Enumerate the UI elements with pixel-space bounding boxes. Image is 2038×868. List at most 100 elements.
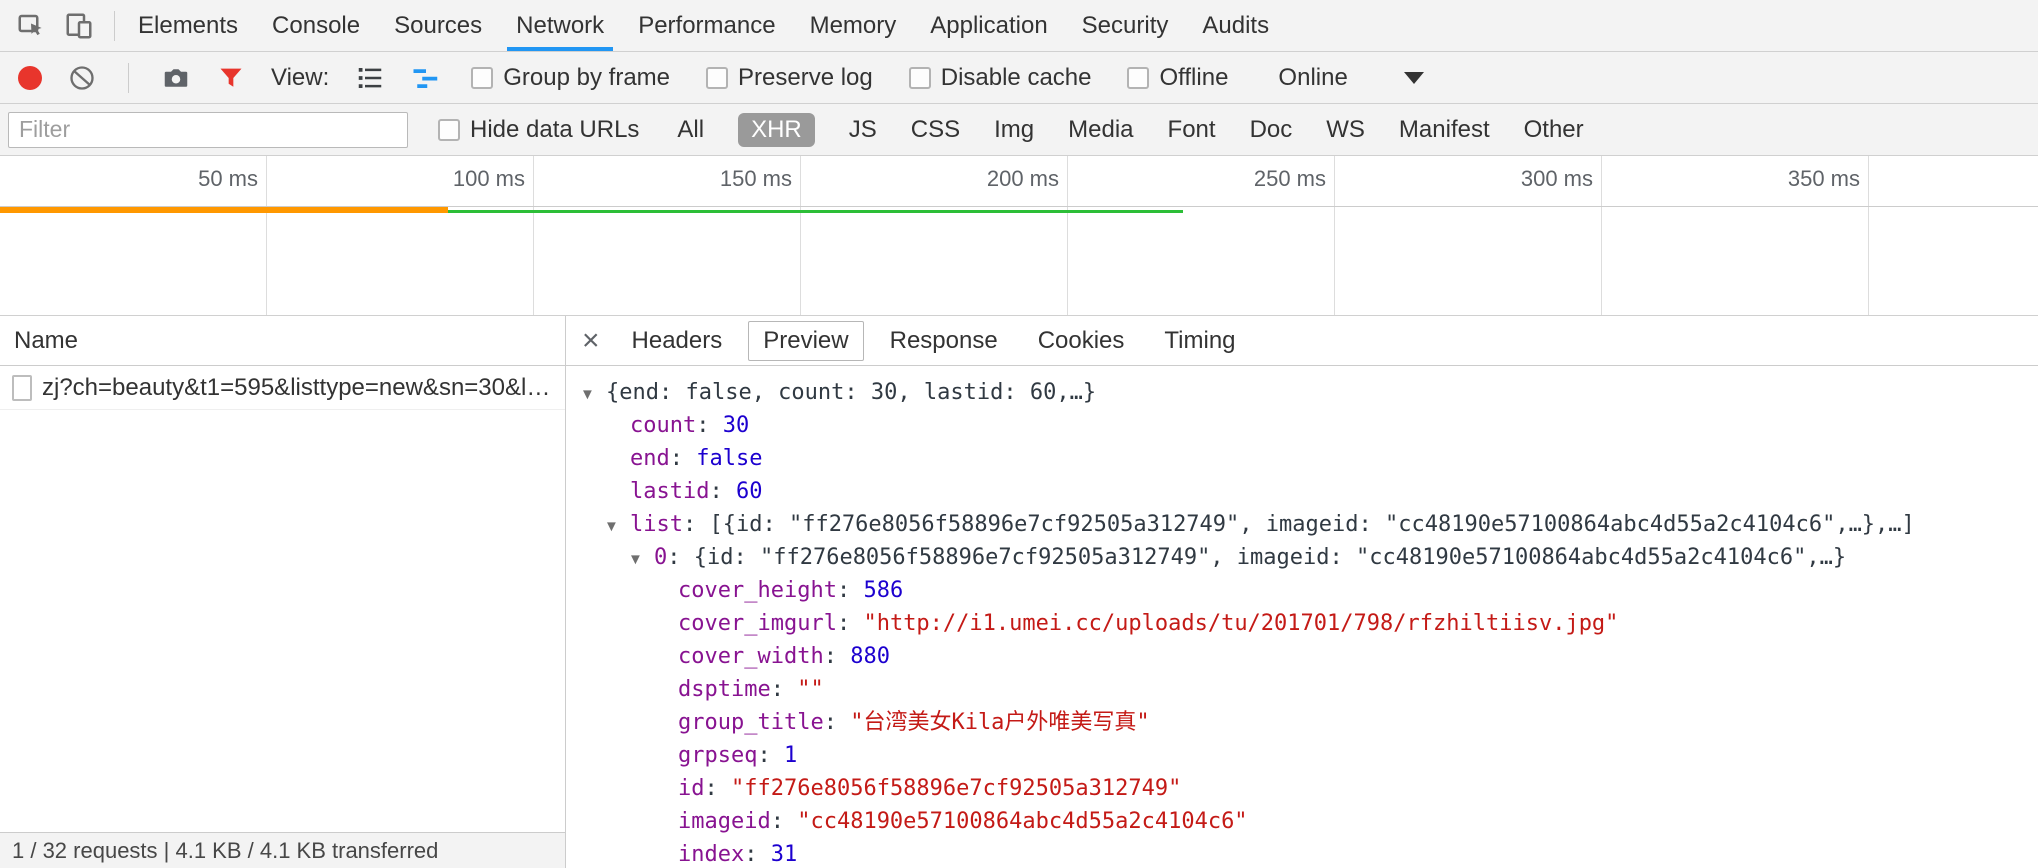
filter-type-manifest[interactable]: Manifest	[1399, 116, 1490, 144]
offline-checkbox[interactable]	[1127, 67, 1149, 89]
detail-tab-response[interactable]: Response	[876, 322, 1012, 360]
hide-data-urls-toggle[interactable]: Hide data URLs	[438, 116, 639, 144]
filter-input[interactable]	[8, 112, 408, 148]
tick-label: 100 ms	[453, 166, 525, 192]
timeline-tick: 50 ms	[0, 156, 267, 315]
inspect-icon[interactable]	[16, 11, 46, 41]
tab-sources[interactable]: Sources	[377, 0, 499, 51]
filter-type-img[interactable]: Img	[994, 116, 1034, 144]
tab-audits[interactable]: Audits	[1185, 0, 1286, 51]
json-text: :	[709, 475, 736, 508]
json-text: :	[837, 574, 864, 607]
group-by-frame-toggle[interactable]: Group by frame	[471, 64, 670, 92]
detail-tab-preview[interactable]: Preview	[748, 321, 863, 361]
filter-type-other[interactable]: Other	[1524, 116, 1584, 144]
filter-type-all[interactable]: All	[677, 116, 704, 144]
request-list-empty-area	[0, 410, 565, 832]
summary-bar: 1 / 32 requests | 4.1 KB / 4.1 KB transf…	[0, 832, 565, 868]
group-by-frame-checkbox[interactable]	[471, 67, 493, 89]
overview-toggle-button[interactable]	[411, 63, 441, 93]
json-number: 31	[771, 838, 798, 868]
detail-tab-timing[interactable]: Timing	[1150, 322, 1249, 360]
network-toolbar: View: Group by framePreserve logDisable …	[0, 52, 2038, 104]
json-text: :	[744, 838, 771, 868]
tree-node-expandable[interactable]: ▼list: [{id: "ff276e8056f58896e7cf92505a…	[566, 508, 2038, 541]
tree-node: group_title: "台湾美女Kila户外唯美写真"	[566, 706, 2038, 739]
throttling-select[interactable]: Online	[1278, 64, 1423, 92]
name-column-header[interactable]: Name	[0, 316, 565, 366]
tab-memory[interactable]: Memory	[793, 0, 914, 51]
tick-label: 200 ms	[987, 166, 1059, 192]
disclosure-triangle-icon[interactable]: ▼	[604, 510, 630, 543]
json-text: :	[771, 673, 798, 706]
tick-label: 300 ms	[1521, 166, 1593, 192]
tree-node: id: "ff276e8056f58896e7cf92505a312749"	[566, 772, 2038, 805]
request-row[interactable]: zj?ch=beauty&t1=595&listtype=new&sn=30&l…	[0, 366, 565, 410]
filter-type-xhr[interactable]: XHR	[738, 113, 815, 147]
disable-cache-checkbox[interactable]	[909, 67, 931, 89]
capture-screenshots-button[interactable]	[161, 63, 191, 93]
json-string: "http://i1.umei.cc/uploads/tu/201701/798…	[863, 607, 1618, 640]
tab-network[interactable]: Network	[499, 0, 621, 51]
device-toolbar-icon[interactable]	[64, 11, 94, 41]
filter-type-font[interactable]: Font	[1168, 116, 1216, 144]
json-string: ""	[797, 673, 824, 706]
large-rows-toggle-button[interactable]	[355, 63, 385, 93]
timeline-overview[interactable]: 50 ms100 ms150 ms200 ms250 ms300 ms350 m…	[0, 156, 2038, 316]
json-key: lastid	[630, 475, 709, 508]
json-key: 0	[654, 541, 667, 574]
hide-data-urls-checkbox[interactable]	[438, 119, 460, 141]
detail-tab-cookies[interactable]: Cookies	[1024, 322, 1139, 360]
preserve-log-toggle[interactable]: Preserve log	[706, 64, 873, 92]
json-text: :	[670, 442, 697, 475]
json-key: group_title	[678, 706, 824, 739]
filter-bar: Hide data URLs All XHR JS CSS Img Media Font Do…	[0, 104, 2038, 156]
tick-label: 150 ms	[720, 166, 792, 192]
preserve-log-checkbox[interactable]	[706, 67, 728, 89]
filter-type-doc[interactable]: Doc	[1250, 116, 1293, 144]
preserve-log-label: Preserve log	[738, 64, 873, 92]
disable-cache-toggle[interactable]: Disable cache	[909, 64, 1092, 92]
request-name: zj?ch=beauty&t1=595&listtype=new&sn=30&l…	[42, 374, 550, 402]
tab-performance[interactable]: Performance	[621, 0, 792, 51]
offline-toggle[interactable]: Offline	[1127, 64, 1228, 92]
json-text: :	[824, 640, 851, 673]
json-key: list	[630, 508, 683, 541]
tree-node: cover_width: 880	[566, 640, 2038, 673]
request-rows: zj?ch=beauty&t1=595&listtype=new&sn=30&l…	[0, 366, 565, 410]
record-button[interactable]	[18, 66, 42, 90]
filter-type-ws[interactable]: WS	[1326, 116, 1365, 144]
disclosure-triangle-icon[interactable]: ▼	[580, 378, 606, 411]
offline-label: Offline	[1159, 64, 1228, 92]
tab-elements[interactable]: Elements	[121, 0, 255, 51]
tab-application[interactable]: Application	[913, 0, 1064, 51]
json-number: 880	[850, 640, 890, 673]
tab-security[interactable]: Security	[1065, 0, 1186, 51]
filter-type-js[interactable]: JS	[849, 116, 877, 144]
close-icon[interactable]: ×	[570, 326, 612, 356]
tick-label: 250 ms	[1254, 166, 1326, 192]
tree-node: cover_imgurl: "http://i1.umei.cc/uploads…	[566, 607, 2038, 640]
timeline-tick: 100 ms	[267, 156, 534, 315]
filter-toggle-button[interactable]	[217, 64, 245, 92]
tab-console[interactable]: Console	[255, 0, 377, 51]
detail-tab-headers[interactable]: Headers	[618, 322, 737, 360]
detail-tabbar: × Headers Preview Response Cookies Timing	[566, 316, 2038, 366]
filter-type-media[interactable]: Media	[1068, 116, 1133, 144]
json-text: {id: "ff276e8056f58896e7cf92505a312749",…	[694, 541, 1846, 574]
disclosure-triangle-icon[interactable]: ▼	[628, 543, 654, 576]
timeline-tick: 200 ms	[801, 156, 1068, 315]
json-key: count	[630, 409, 696, 442]
clear-button[interactable]	[68, 64, 96, 92]
tree-node-expandable[interactable]: ▼{end: false, count: 30, lastid: 60,…}	[566, 376, 2038, 409]
disable-cache-label: Disable cache	[941, 64, 1092, 92]
json-text: :	[696, 409, 723, 442]
json-key: index	[678, 838, 744, 868]
tree-node-expandable[interactable]: ▼0: {id: "ff276e8056f58896e7cf92505a3127…	[566, 541, 2038, 574]
json-number: 586	[863, 574, 903, 607]
divider	[114, 11, 115, 41]
devtools-window: ElementsConsoleSourcesNetworkPerformance…	[0, 0, 2038, 868]
json-string: "cc48190e57100864abc4d55a2c4104c6"	[797, 805, 1247, 838]
tree-node: grpseq: 1	[566, 739, 2038, 772]
filter-type-css[interactable]: CSS	[911, 116, 960, 144]
